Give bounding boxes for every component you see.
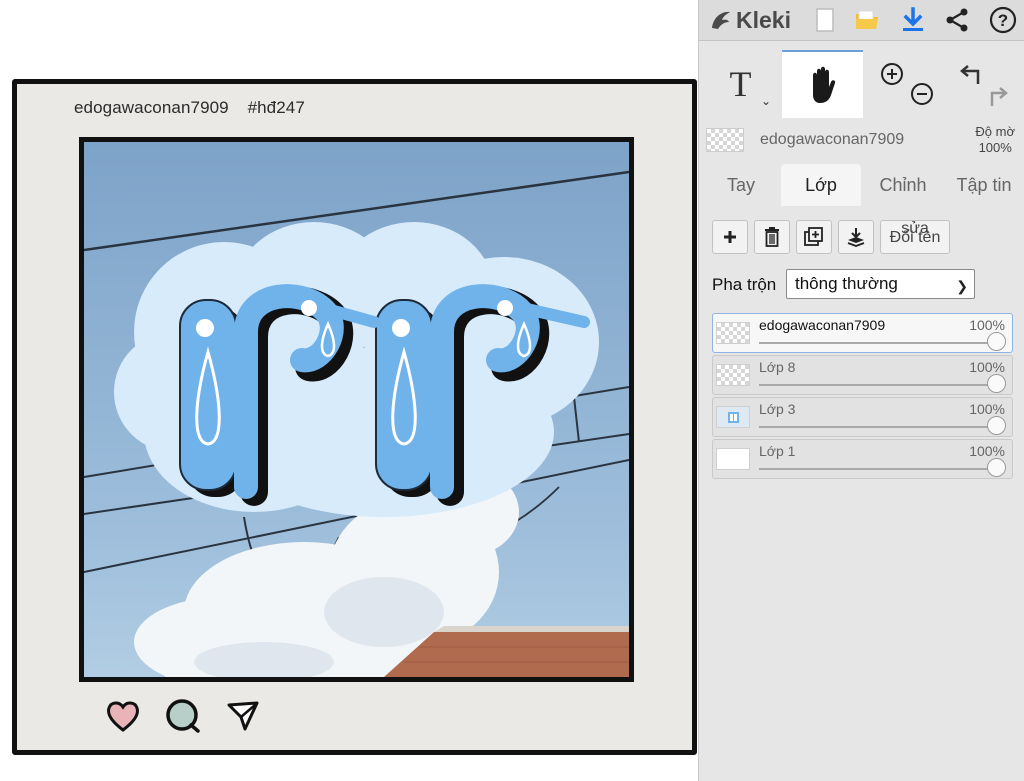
hand-icon xyxy=(812,66,835,103)
current-layer-thumbnail xyxy=(706,128,744,152)
layer-name: Lớp 3 xyxy=(759,401,796,417)
text-tool-label: T xyxy=(729,64,752,104)
comment-icon xyxy=(163,696,203,736)
current-layer-row: edogawaconan7909 Độ mờ 100% xyxy=(699,120,1024,160)
layer-name: edogawaconan7909 xyxy=(759,317,886,333)
zoom-controls xyxy=(869,50,939,118)
tab-lop[interactable]: Lớp xyxy=(781,164,861,206)
tool-row: T ⌄ xyxy=(699,50,1024,118)
tab-chinh[interactable]: Chỉnh xyxy=(865,164,941,206)
layer-item[interactable]: edogawaconan7909 100% xyxy=(712,313,1013,353)
send-icon xyxy=(223,696,263,736)
rename-layer-button[interactable]: sửa Đổi tên xyxy=(880,220,950,254)
layer-opacity: 100% xyxy=(969,443,1005,459)
layer-opacity-slider[interactable] xyxy=(987,416,1006,435)
merge-down-button[interactable] xyxy=(838,220,874,254)
chevron-down-icon[interactable]: ⌄ xyxy=(761,94,771,108)
drawing-canvas[interactable]: edogawaconan7909 #hđ247 xyxy=(0,0,698,781)
post-hashtag: #hđ247 xyxy=(247,98,305,117)
artwork-photo xyxy=(79,137,634,682)
layer-thumbnail xyxy=(716,364,750,386)
text-tool[interactable]: T ⌄ xyxy=(699,50,782,118)
layers-panel: sửa Đổi tên Pha trộn thông thường ❯ edog… xyxy=(699,206,1024,781)
kleki-logo-icon xyxy=(712,11,730,29)
history-controls xyxy=(949,50,1019,118)
layer-thumbnail xyxy=(716,448,750,470)
layer-name: Lớp 8 xyxy=(759,359,796,375)
artwork-frame: edogawaconan7909 #hđ247 xyxy=(12,79,697,755)
help-icon[interactable]: ? xyxy=(987,4,1019,36)
layer-thumbnail xyxy=(716,406,750,428)
kleki-logo[interactable]: Kleki xyxy=(709,5,791,35)
zoom-out-icon xyxy=(911,83,933,105)
layer-opacity: 100% xyxy=(969,317,1005,333)
panel-tabs: Tay Lớp Chỉnh Tập tin xyxy=(699,164,1024,206)
heart-icon xyxy=(103,696,143,736)
zoom-in-icon xyxy=(881,63,903,85)
layer-opacity-slider[interactable] xyxy=(987,374,1006,393)
layer-opacity-slider[interactable] xyxy=(987,332,1006,351)
merge-down-icon xyxy=(847,228,865,247)
layer-opacity-track[interactable] xyxy=(759,384,996,386)
top-toolbar: Kleki ? xyxy=(699,0,1024,41)
layer-name: Lớp 1 xyxy=(759,443,796,459)
blend-mode-value: thông thường xyxy=(795,274,898,293)
layer-opacity: 100% xyxy=(969,401,1005,417)
hand-tool[interactable] xyxy=(782,50,863,118)
duplicate-icon xyxy=(804,227,823,246)
post-reactions xyxy=(103,696,263,736)
undo-icon xyxy=(960,65,980,84)
tab-tay[interactable]: Tay xyxy=(703,164,779,206)
layer-opacity-track[interactable] xyxy=(759,426,996,428)
current-layer-opacity: Độ mờ 100% xyxy=(975,124,1015,156)
duplicate-layer-button[interactable] xyxy=(796,220,832,254)
post-header: edogawaconan7909 #hđ247 xyxy=(74,98,319,118)
layer-opacity-track[interactable] xyxy=(759,342,996,344)
layer-opacity: 100% xyxy=(969,359,1005,375)
plus-icon xyxy=(724,231,736,243)
layer-opacity-slider[interactable] xyxy=(987,458,1006,477)
layer-item[interactable]: Lớp 8 100% xyxy=(712,355,1013,395)
opacity-label: Độ mờ xyxy=(975,124,1015,139)
current-layer-name: edogawaconan7909 xyxy=(760,131,905,148)
new-file-icon[interactable] xyxy=(809,4,841,36)
layer-item[interactable]: Lớp 3 100% xyxy=(712,397,1013,437)
svg-text:?: ? xyxy=(998,11,1008,30)
add-layer-button[interactable] xyxy=(712,220,748,254)
layer-thumbnail xyxy=(716,322,750,344)
blend-mode-select[interactable]: thông thường ❯ xyxy=(786,269,975,299)
redo-icon xyxy=(990,87,1008,106)
post-username: edogawaconan7909 xyxy=(74,98,229,117)
blend-mode-label: Pha trộn xyxy=(712,275,777,294)
side-panel: Kleki ? T ⌄ edogawaconan7909 Độ mờ 100% … xyxy=(698,0,1024,781)
layer-item[interactable]: Lớp 1 100% xyxy=(712,439,1013,479)
rename-label: Đổi tên xyxy=(889,229,941,246)
opacity-value: 100% xyxy=(978,140,1012,155)
trash-icon xyxy=(765,227,779,247)
tab-tap-tin[interactable]: Tập tin xyxy=(943,164,1024,206)
open-folder-icon[interactable] xyxy=(851,4,883,36)
chevron-down-icon: ❯ xyxy=(956,278,968,294)
download-icon[interactable] xyxy=(897,4,929,36)
delete-layer-button[interactable] xyxy=(754,220,790,254)
share-icon[interactable] xyxy=(941,4,973,36)
layer-opacity-track[interactable] xyxy=(759,468,996,470)
app-name: Kleki xyxy=(736,6,791,33)
